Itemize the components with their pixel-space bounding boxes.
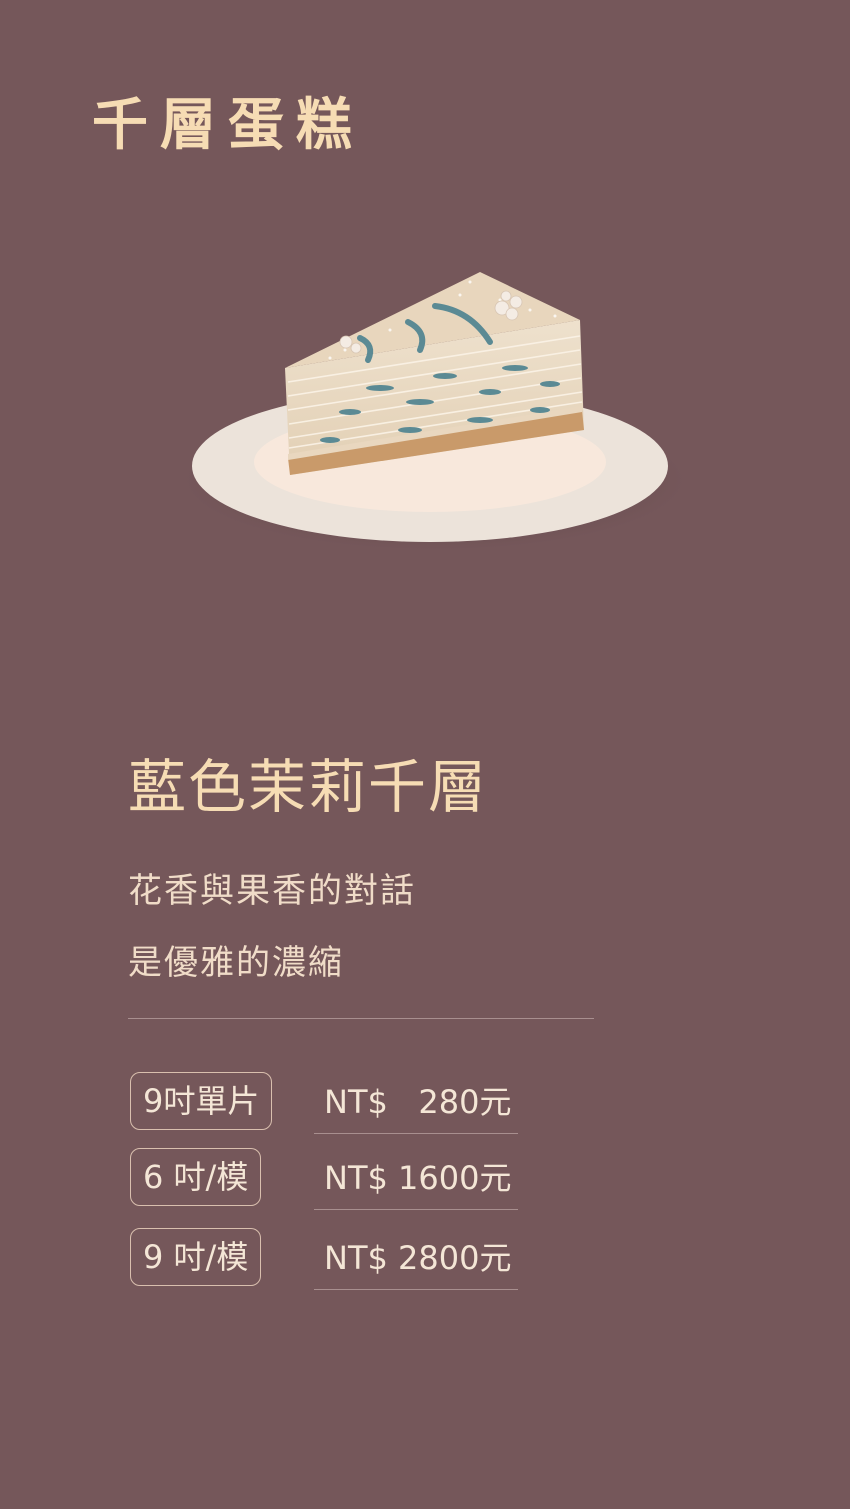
- tagline-line-1: 花香與果香的對話: [128, 871, 416, 911]
- price-value: NT$ 280元: [314, 1072, 518, 1134]
- price-value: NT$ 1600元: [314, 1148, 518, 1210]
- size-tag[interactable]: 9吋單片: [130, 1072, 273, 1130]
- price-row: 9吋單片 NT$ 280元: [130, 1072, 530, 1134]
- tagline-line-2: 是優雅的濃縮: [128, 943, 344, 983]
- price-row: 6 吋/模 NT$ 1600元: [130, 1148, 530, 1210]
- cake-slice-illustration: [185, 272, 685, 550]
- size-tag[interactable]: 9 吋/模: [130, 1228, 262, 1286]
- price-value: NT$ 2800元: [314, 1228, 518, 1290]
- divider: [128, 1018, 594, 1019]
- price-row: 9 吋/模 NT$ 2800元: [130, 1228, 530, 1290]
- page-title: 千層蛋糕: [92, 93, 364, 158]
- size-tag[interactable]: 6 吋/模: [130, 1148, 262, 1206]
- product-name: 藍色茉莉千層: [128, 753, 489, 821]
